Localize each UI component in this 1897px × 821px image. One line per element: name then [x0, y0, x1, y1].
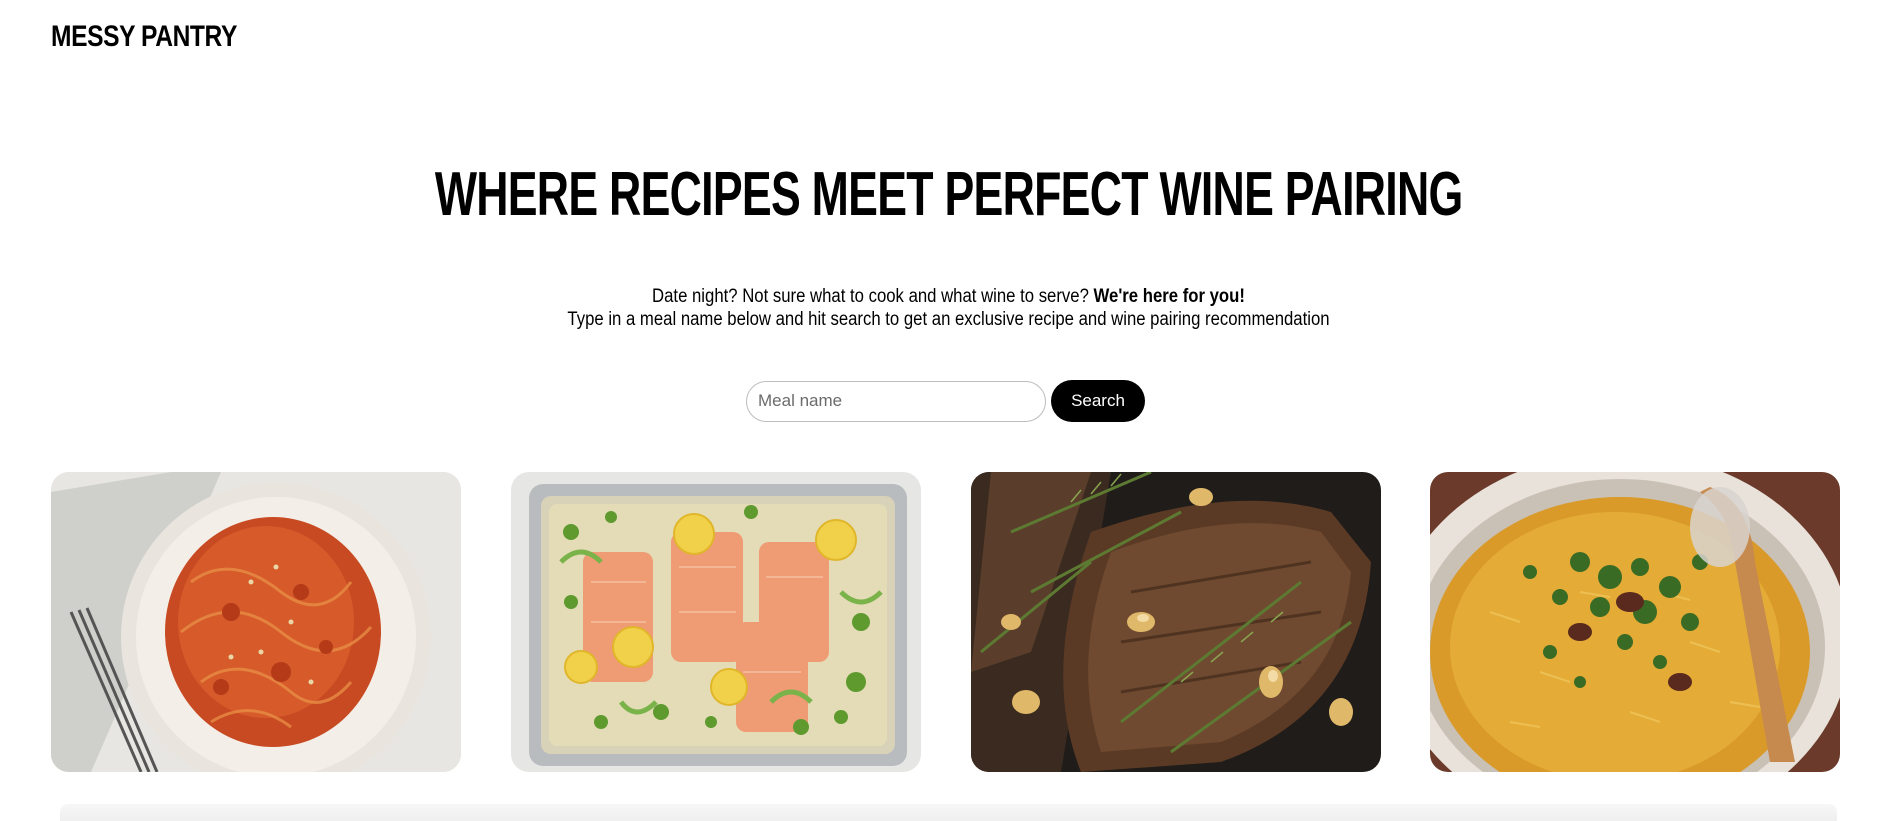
intro-line-1-bold: We're here for you! — [1093, 286, 1245, 307]
intro-line-2: Type in a meal name below and hit search… — [567, 309, 1330, 330]
search-form: Search — [746, 380, 1145, 422]
dish-card-salmon[interactable] — [511, 472, 921, 772]
biryani-image — [1430, 472, 1840, 772]
section-divider — [60, 804, 1837, 821]
hero-intro: Date night? Not sure what to cook and wh… — [0, 285, 1897, 331]
featured-dishes — [51, 472, 1841, 772]
salmon-image — [511, 472, 921, 772]
steak-image — [971, 472, 1381, 772]
hero-title: WHERE RECIPES MEET PERFECT WINE PAIRING — [0, 164, 1897, 226]
site-logo[interactable]: MESSY PANTRY — [51, 22, 237, 52]
hero-title-text: WHERE RECIPES MEET PERFECT WINE PAIRING — [434, 160, 1463, 229]
dish-card-steak[interactable] — [971, 472, 1381, 772]
intro-line-1: Date night? Not sure what to cook and wh… — [114, 285, 1783, 308]
intro-line-1-regular: Date night? Not sure what to cook and wh… — [652, 286, 1094, 307]
dish-card-spaghetti[interactable] — [51, 472, 461, 772]
dish-card-biryani[interactable] — [1430, 472, 1840, 772]
spaghetti-image — [51, 472, 461, 772]
search-button[interactable]: Search — [1051, 380, 1145, 422]
meal-name-input[interactable] — [746, 380, 1046, 422]
